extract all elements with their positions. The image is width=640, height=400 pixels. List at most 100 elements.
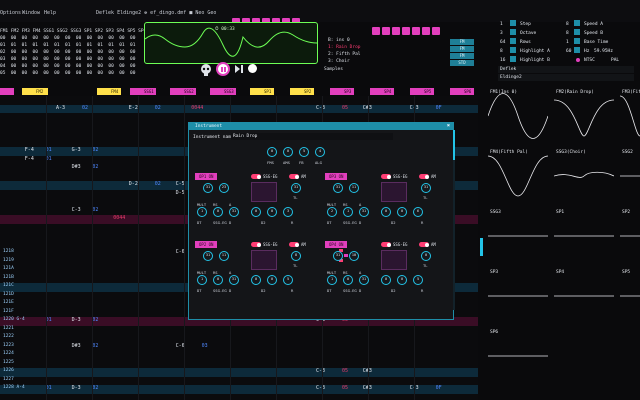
pattern-row[interactable]: 1223 D#3 02 C-6 03 (0, 343, 478, 352)
pattern-row[interactable]: 1227 (0, 377, 478, 386)
instrument-name-input[interactable]: Rain Drop (231, 133, 393, 140)
note-cell[interactable]: C-3 (316, 368, 325, 374)
order-row[interactable]: 00 00 00 00 00 00 00 00 00 00 00 00 00 (0, 36, 135, 42)
instrument-cell[interactable]: 02 (155, 181, 161, 187)
ssg-eg-toggle[interactable] (251, 174, 261, 179)
speed-b-stepper[interactable] (574, 29, 580, 35)
operator-knob[interactable]: 31 (291, 183, 301, 193)
operator-knob[interactable]: 0 (397, 275, 407, 285)
channel-header[interactable]: FM4 (97, 88, 121, 95)
operator-knob[interactable]: 31 (229, 207, 239, 217)
speed-a-value[interactable]: 8 (566, 22, 569, 27)
speed-a-stepper[interactable] (574, 20, 580, 26)
operator-knob[interactable]: 0 (343, 275, 353, 285)
pal-label[interactable]: PAL (611, 58, 619, 63)
operator-knob[interactable]: 2 (327, 207, 337, 217)
operator-knob[interactable]: 6 (413, 207, 423, 217)
instrument-cell[interactable]: 02 (92, 164, 98, 170)
channel-header[interactable]: SSG1 (130, 88, 156, 95)
operator-knob[interactable]: 31 (203, 251, 213, 261)
note-cell[interactable]: G-3 (72, 147, 81, 153)
instrument-cell[interactable]: 02 (155, 105, 161, 111)
note-cell[interactable]: D-3 (72, 317, 81, 323)
operator-knob[interactable]: 5 (413, 275, 423, 285)
am-toggle[interactable] (289, 242, 299, 247)
operator-knob[interactable]: 0 (381, 207, 391, 217)
operator-knob[interactable]: 11 (219, 251, 229, 261)
pattern-row[interactable]: A-302E-2020044C-305C#3C-30F (0, 104, 478, 113)
order-row[interactable]: 04 00 00 00 00 00 00 00 00 00 00 00 00 (0, 64, 135, 70)
effect-cell[interactable]: 05 (342, 105, 348, 111)
operator-knob[interactable]: 31 (359, 275, 369, 285)
channel-header[interactable]: SP3 (330, 88, 354, 95)
order-row[interactable]: 02 00 00 00 00 00 00 00 00 00 00 00 00 (0, 50, 135, 56)
operator-knob[interactable]: 0 (213, 275, 223, 285)
instrument-cell[interactable]: 02 (92, 147, 98, 153)
channel-header[interactable]: SP6 (450, 88, 474, 95)
channel-header[interactable] (0, 88, 14, 95)
global-knob[interactable]: 4 (315, 147, 325, 157)
instrument-cell[interactable]: 02 (92, 385, 98, 391)
order-row[interactable]: 01 01 01 01 01 01 01 01 01 01 01 01 01 (0, 43, 135, 49)
effect-cell[interactable]: 05 (342, 368, 348, 374)
operator-knob[interactable]: 31 (421, 183, 431, 193)
operator-knob[interactable]: 0 (251, 275, 261, 285)
step-forward-icon[interactable] (234, 64, 244, 74)
octave-stepper[interactable] (510, 29, 516, 35)
operator-knob[interactable]: 11 (349, 183, 359, 193)
instrument-cell[interactable]: 02 (82, 105, 88, 111)
step-value[interactable]: 1 (500, 22, 503, 27)
instrument-window-title[interactable]: Instrument (189, 123, 453, 130)
instrument-window-scrollbar[interactable] (453, 130, 455, 310)
ntsc-radio[interactable] (576, 58, 580, 62)
highlight-a-stepper[interactable] (510, 47, 516, 53)
record-icon[interactable] (248, 64, 257, 73)
hz-stepper[interactable] (574, 47, 580, 53)
ssg-eg-toggle[interactable] (251, 242, 261, 247)
instrument-cell[interactable]: 02 (92, 343, 98, 349)
pattern-row[interactable] (0, 96, 478, 105)
speed-b-value[interactable]: 8 (566, 31, 569, 36)
instrument-item[interactable]: 3: Choir (328, 59, 350, 64)
channel-header[interactable]: SSG3 (210, 88, 236, 95)
menu-options[interactable]: Options (0, 10, 21, 16)
note-cell[interactable]: D#3 (72, 164, 81, 170)
pattern-row[interactable]: 1225 (0, 360, 478, 369)
instrument-cell[interactable]: 02 (92, 317, 98, 323)
song-name-field[interactable]: Eldinge2 (498, 74, 634, 81)
note-cell[interactable]: F-4 (25, 156, 34, 162)
note-cell[interactable]: C-3 (316, 385, 325, 391)
channel-header[interactable]: SP5 (410, 88, 434, 95)
operator-knob[interactable]: 0 (267, 207, 277, 217)
pattern-row[interactable]: 1222 (0, 334, 478, 343)
operator-knob[interactable]: 31 (203, 183, 213, 193)
channel-header[interactable]: SP2 (290, 88, 314, 95)
effect-cell[interactable]: 0044 (113, 215, 125, 221)
operator-knob[interactable]: 10 (349, 251, 359, 261)
skull-icon[interactable] (200, 64, 212, 76)
pattern-row[interactable]: 1228 A-401D-302C-305C#3C-30F (0, 385, 478, 394)
note-cell[interactable]: E-2 (129, 105, 138, 111)
operator-knob[interactable]: 3 (283, 207, 293, 217)
effect-cell[interactable]: 05 (342, 385, 348, 391)
operator-knob[interactable]: 0 (381, 275, 391, 285)
menu-help[interactable]: Help (44, 10, 56, 16)
operator-knob[interactable]: 0 (267, 275, 277, 285)
pattern-row[interactable]: 1224 (0, 351, 478, 360)
operator-enable-button[interactable]: OP4 ON (325, 241, 348, 248)
channel-header[interactable]: SSG2 (170, 88, 196, 95)
song-author-field[interactable]: Deflek (498, 66, 634, 73)
note-cell[interactable]: D#3 (72, 343, 81, 349)
operator-knob[interactable]: 5 (283, 275, 293, 285)
operator-knob[interactable]: 31 (333, 251, 343, 261)
global-knob[interactable]: 5 (299, 147, 309, 157)
global-knob[interactable]: 0 (283, 147, 293, 157)
order-row[interactable]: 03 00 00 00 00 00 00 00 00 00 00 00 00 (0, 57, 135, 63)
instrument-cell[interactable]: 0F (436, 385, 442, 391)
note-cell[interactable]: D-3 (72, 385, 81, 391)
highlight-b-value[interactable]: 16 (500, 58, 505, 63)
operator-knob[interactable]: 1 (343, 207, 353, 217)
operator-knob[interactable]: 0 (213, 207, 223, 217)
instrument-item[interactable]: 1: Rain Drop (328, 45, 361, 50)
base-time-value[interactable]: 1 (566, 40, 569, 45)
